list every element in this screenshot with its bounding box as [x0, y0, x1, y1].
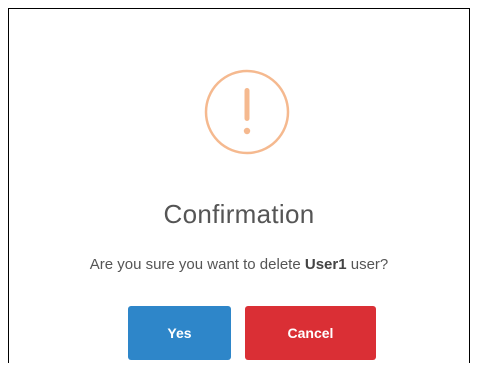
cancel-button[interactable]: Cancel: [245, 306, 376, 360]
message-prefix: Are you sure you want to delete: [89, 256, 305, 273]
yes-button[interactable]: Yes: [128, 306, 231, 360]
message-suffix: user?: [346, 256, 389, 273]
exclamation-circle-icon: [204, 69, 290, 155]
dialog-title: Confirmation: [163, 199, 315, 229]
confirmation-dialog: Confirmation Are you sure you want to de…: [8, 8, 470, 363]
dialog-message: Are you sure you want to delete User1 us…: [9, 256, 469, 273]
message-target-user: User1: [304, 256, 347, 273]
warning-icon: [203, 68, 291, 156]
